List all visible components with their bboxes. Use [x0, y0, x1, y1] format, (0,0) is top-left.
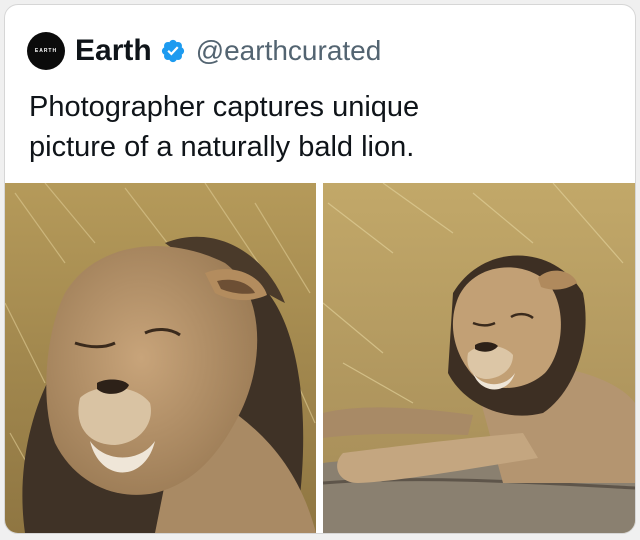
tweet-card[interactable]: EARTH Earth @earthcurated Photographer c… [4, 4, 636, 534]
avatar-text: EARTH [34, 48, 58, 54]
user-handle[interactable]: @earthcurated [196, 35, 382, 67]
tweet-text-line: Photographer captures unique [29, 91, 420, 123]
tweet-text-line: picture of a naturally bald lion. [29, 131, 415, 163]
tweet-text: Photographer captures unique picture of … [29, 87, 609, 167]
avatar[interactable]: EARTH [27, 32, 65, 70]
tweet-header: EARTH Earth @earthcurated [27, 31, 381, 71]
verified-badge-icon [161, 39, 184, 63]
display-name[interactable]: Earth [75, 34, 152, 68]
lion-closeup-photo[interactable] [5, 183, 316, 533]
lion-lying-photo[interactable] [323, 183, 635, 533]
